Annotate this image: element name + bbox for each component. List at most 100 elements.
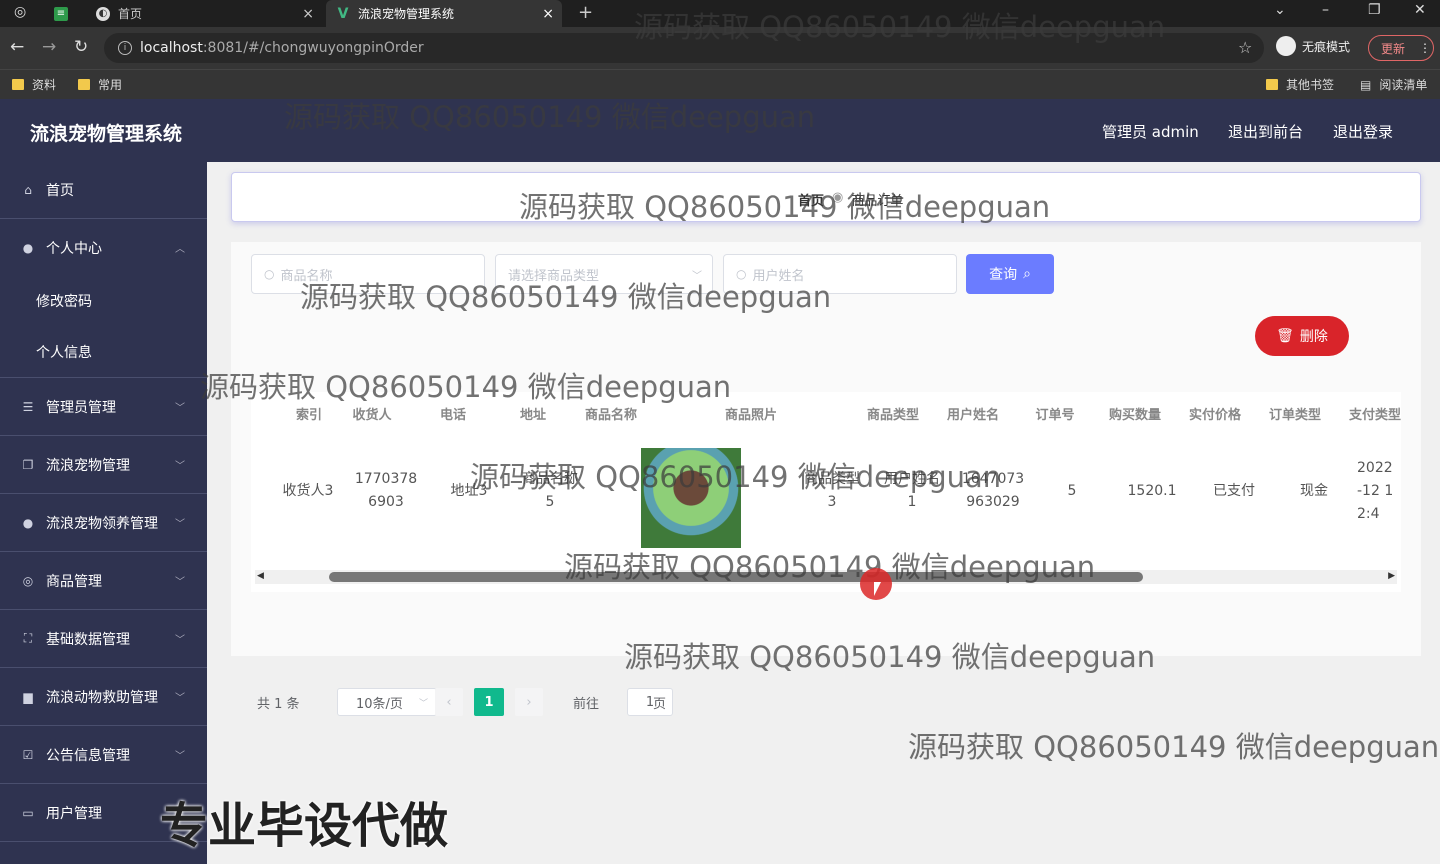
- cell-order-no-line-2: 963029: [966, 494, 1020, 510]
- pinned-tab[interactable]: ≡: [44, 0, 84, 27]
- reload-icon[interactable]: ↻: [74, 37, 88, 57]
- bookmark-star-icon[interactable]: ☆: [1238, 38, 1252, 57]
- product-type-select[interactable]: 请选择商品类型 ﹀: [495, 254, 713, 294]
- sidebar-subitem-change-password[interactable]: 修改密码: [0, 276, 207, 326]
- scrollbar-thumb[interactable]: [329, 572, 1143, 582]
- more-menu-icon[interactable]: ⋮: [1419, 41, 1431, 55]
- tab-active[interactable]: V 流浪宠物管理系统 ×: [326, 0, 562, 27]
- bookmark-folder[interactable]: 常用: [78, 76, 122, 93]
- sidebar-item-label: 用户管理: [46, 805, 102, 822]
- checkbox-icon: ☑: [22, 747, 34, 762]
- copy-icon: ❐: [22, 457, 34, 472]
- cell-product-type-line-1: 商品类型: [804, 471, 860, 487]
- page-size-select[interactable]: 10条/页 ﹀: [337, 688, 437, 716]
- user-icon: ●: [22, 240, 34, 255]
- incognito-icon: [1276, 36, 1296, 56]
- cell-quantity: 5: [1067, 483, 1077, 499]
- next-page-button[interactable]: ›: [515, 688, 543, 716]
- delete-button[interactable]: 🗑 删除: [1255, 316, 1349, 356]
- sidebar-item-label: 首页: [46, 183, 74, 199]
- sidebar-item-label: 流浪宠物管理: [46, 457, 130, 474]
- sidebar: ⌂ 首页 ● 个人中心 ︿ 修改密码 个人信息 ☰ 管理员管理 ﹀ ❐ 流浪宠物…: [0, 162, 207, 864]
- column-header: 订单号: [1035, 408, 1075, 423]
- cell-product-type-line-2: 3: [827, 494, 837, 510]
- other-bookmarks[interactable]: 其他书签: [1266, 76, 1334, 93]
- goto-page-input[interactable]: 1: [627, 688, 673, 716]
- site-info-icon[interactable]: i: [118, 41, 132, 55]
- breadcrumb: 首页 ◉ 商品订单: [798, 190, 903, 209]
- close-tab-icon[interactable]: ×: [302, 6, 314, 22]
- sidebar-item-notice-management[interactable]: ☑ 公告信息管理 ﹀: [0, 726, 207, 784]
- logout-link[interactable]: 退出登录: [1333, 121, 1393, 142]
- pagination: 共 1 条 10条/页 ﹀ ‹ 1 › 前往 1 页: [231, 688, 1421, 718]
- product-name-search-input[interactable]: ○ 商品名称: [251, 254, 485, 294]
- fullscreen-icon: ⛶: [23, 631, 33, 645]
- chevron-down-icon: ﹀: [175, 635, 185, 646]
- update-button[interactable]: 更新 ⋮: [1368, 35, 1434, 61]
- column-header: 商品名称: [584, 408, 637, 423]
- reading-list-label: 阅读清单: [1379, 78, 1428, 92]
- admin-user-label: 管理员 admin: [1102, 123, 1199, 141]
- sidebar-subitem-label: 修改密码: [36, 294, 92, 310]
- message-icon: ▭: [22, 805, 34, 820]
- sidebar-subitem-personal-info[interactable]: 个人信息: [0, 326, 207, 378]
- page-number-current[interactable]: 1: [474, 688, 504, 716]
- search-icon: ⌕: [1023, 266, 1031, 282]
- new-tab-icon[interactable]: +: [578, 2, 593, 23]
- sidebar-item-pet-management[interactable]: ❐ 流浪宠物管理 ﹀: [0, 436, 207, 494]
- bookmark-folder[interactable]: 资料: [12, 76, 56, 93]
- close-window-icon[interactable]: ✕: [1414, 2, 1426, 18]
- breadcrumb-separator-icon: ◉: [832, 190, 844, 205]
- cell-pay-type: 现金: [1300, 483, 1328, 499]
- cell-order-no-line-1: 1647073: [961, 471, 1025, 487]
- product-photo[interactable]: [641, 448, 741, 548]
- page-suffix-label: 页: [653, 697, 667, 712]
- forward-icon[interactable]: →: [42, 37, 56, 57]
- cell-phone: 1770378 6903: [351, 468, 421, 514]
- chevron-up-icon: ︿: [175, 244, 185, 255]
- breadcrumb-bar: 首页 ◉ 商品订单: [231, 172, 1421, 222]
- url-path: :8081/#/chongwuyongpinOrder: [202, 40, 424, 56]
- horizontal-scrollbar[interactable]: ◀ ▶: [255, 570, 1397, 584]
- sidebar-item-home[interactable]: ⌂ 首页: [0, 162, 207, 219]
- query-label: 查询: [989, 267, 1018, 283]
- sidebar-item-adoption-management[interactable]: ● 流浪宠物领养管理 ﹀: [0, 494, 207, 552]
- mouse-cursor-icon: [874, 582, 881, 596]
- chevron-down-icon: ﹀: [175, 519, 185, 530]
- incognito-indicator[interactable]: 无痕模式: [1276, 36, 1350, 56]
- reading-list[interactable]: ▤ 阅读清单: [1360, 76, 1427, 93]
- cell-order-type: 已支付: [1213, 483, 1255, 499]
- back-icon[interactable]: ←: [10, 37, 24, 57]
- back-to-front-link[interactable]: 退出到前台: [1228, 121, 1303, 142]
- product-name-placeholder: 商品名称: [280, 268, 333, 284]
- column-header: 电话: [439, 408, 466, 423]
- sidebar-item-product-management[interactable]: ◎ 商品管理 ﹀: [0, 552, 207, 610]
- scroll-right-icon[interactable]: ▶: [1388, 571, 1395, 581]
- query-button[interactable]: 查询 ⌕: [966, 254, 1054, 294]
- chevron-down-icon: ﹀: [692, 270, 702, 282]
- sidebar-item-admin-management[interactable]: ☰ 管理员管理 ﹀: [0, 378, 207, 436]
- tab-home[interactable]: ◐ 首页 ×: [86, 0, 322, 27]
- browser-tab-bar: ◎ ≡ ◐ 首页 × V 流浪宠物管理系统 × + ⌄ – ❐ ✕: [0, 0, 1440, 27]
- sidebar-item-personal-center[interactable]: ● 个人中心 ︿: [0, 219, 207, 276]
- user-name-search-input[interactable]: ○ 用户姓名: [723, 254, 957, 294]
- sidebar-item-base-data-management[interactable]: ⛶ 基础数据管理 ﹀: [0, 610, 207, 668]
- restore-icon[interactable]: ❐: [1368, 2, 1381, 18]
- folder-icon: [12, 79, 24, 90]
- cell-order-no: 1647073 963029: [957, 468, 1029, 514]
- browser-menu-icon[interactable]: ◎: [14, 4, 26, 20]
- delete-label: 删除: [1299, 329, 1328, 345]
- scroll-left-icon[interactable]: ◀: [257, 571, 264, 581]
- prev-page-button[interactable]: ‹: [435, 688, 463, 716]
- reading-list-icon: ▤: [1360, 77, 1372, 92]
- minimize-icon[interactable]: –: [1322, 2, 1329, 18]
- cell-user-name: 用户姓名 1: [879, 468, 945, 514]
- bookmark-label: 常用: [98, 78, 123, 92]
- breadcrumb-home[interactable]: 首页: [798, 190, 824, 209]
- sidebar-item-rescue-management[interactable]: ▆ 流浪动物救助管理 ﹀: [0, 668, 207, 726]
- chevron-down-icon: ﹀: [175, 693, 185, 704]
- tab-search-icon[interactable]: ⌄: [1274, 2, 1286, 18]
- cell-time-line-3: 2:4: [1357, 506, 1380, 522]
- url-field[interactable]: i localhost:8081/#/chongwuyongpinOrder: [104, 33, 1264, 63]
- close-tab-icon[interactable]: ×: [542, 6, 554, 22]
